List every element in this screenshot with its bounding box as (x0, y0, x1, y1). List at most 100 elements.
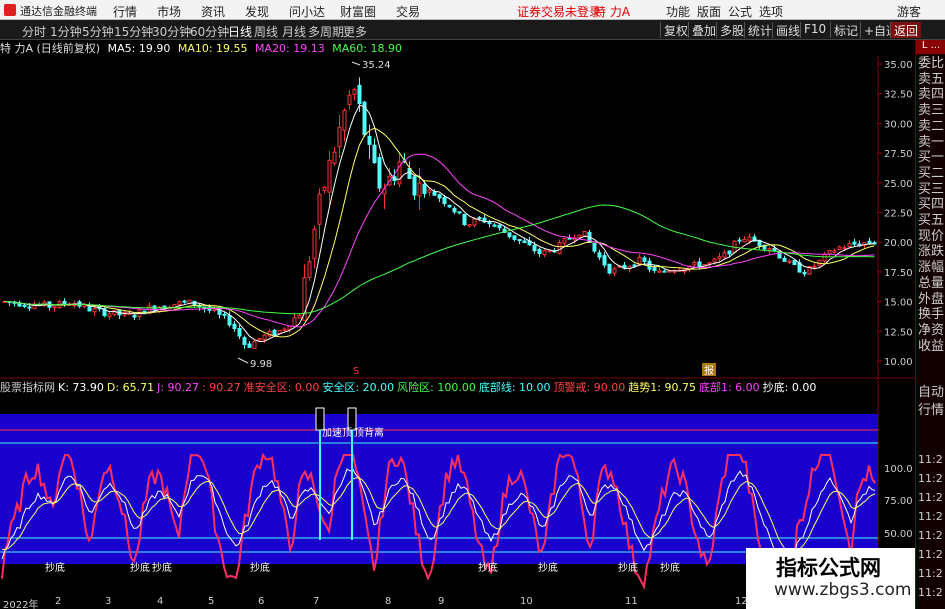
indicator-legend-item: J: 90.27 (157, 381, 200, 394)
side-panel-item[interactable]: 收益 (918, 339, 945, 354)
side-panel-item[interactable]: 净资 (918, 323, 945, 338)
candle-body (337, 126, 342, 148)
side-panel-item[interactable]: 涨幅 (918, 260, 945, 275)
tool-f10[interactable]: F10 (800, 22, 829, 38)
side-panel-time: 11:2 (918, 453, 943, 466)
candle-body (472, 218, 477, 226)
side-panel-time: 11:2 (918, 548, 943, 561)
candle-body (497, 224, 502, 229)
candle-body (842, 247, 847, 250)
side-panel-item[interactable]: 买三 (918, 182, 945, 197)
candle-body (772, 248, 777, 252)
indicator-legend-item: 趋势1: 90.75 (628, 381, 696, 394)
period-tab-1min[interactable]: 1分钟 (50, 23, 82, 40)
price-tick-label: 12.50 (884, 327, 913, 338)
candle-body (562, 238, 567, 244)
side-panel-header[interactable]: L ... (916, 40, 945, 54)
side-panel-item[interactable]: 卖二 (918, 119, 945, 134)
period-tab-timeshare[interactable]: 分时 (22, 23, 46, 40)
period-tab-daily[interactable]: 日线 (228, 23, 252, 40)
side-panel-item[interactable]: 卖四 (918, 87, 945, 102)
indicator-legend-item: 安全区: 20.00 (322, 381, 395, 394)
menu-news[interactable]: 资讯 (201, 3, 225, 20)
tool-back[interactable]: 返回 (890, 22, 922, 38)
candle-body (747, 236, 752, 242)
period-tab-monthly[interactable]: 月线 (282, 23, 306, 40)
period-tab-multi[interactable]: 多周期 (308, 23, 344, 40)
candle-body (247, 343, 252, 348)
sell-marker: S (353, 366, 359, 377)
current-stock-name: 特 力A (594, 5, 631, 19)
date-tick-label: 5 (208, 596, 215, 607)
candle-body (177, 301, 182, 306)
menu-wenxiaoda[interactable]: 问小达 (289, 3, 325, 20)
menu-quotes[interactable]: 行情 (113, 3, 137, 20)
chaodi-label: 抄底 (538, 561, 558, 574)
candle-body (457, 211, 462, 214)
side-panel-item[interactable]: 外盘 (918, 292, 945, 307)
menu-market[interactable]: 市场 (157, 3, 181, 20)
tool-mark[interactable]: 标记 (830, 22, 861, 38)
tool-stats[interactable]: 统计 (744, 22, 775, 38)
tool-overlay[interactable]: 叠加 (688, 22, 719, 38)
side-panel-item[interactable]: 现价 (918, 229, 945, 244)
candle-body (107, 313, 112, 318)
candle-body (832, 250, 837, 253)
candle-body (727, 250, 732, 255)
guest-user[interactable]: 游客 (897, 3, 921, 20)
indicator-legend-item: 准安全区: 0.00 (243, 381, 320, 394)
period-tab-60min[interactable]: 60分钟 (190, 23, 229, 40)
date-tick-label: 9 (438, 596, 445, 607)
period-tab-more[interactable]: 更多 (343, 23, 367, 40)
indicator-legend-item: 风险区: 100.00 (397, 381, 476, 394)
side-panel-item[interactable]: 买一 (918, 150, 945, 165)
menu-options[interactable]: 选项 (759, 3, 783, 20)
candle-body (442, 197, 447, 205)
ma5-line (4, 104, 875, 343)
moving-average-lines (4, 104, 875, 343)
menu-wealth[interactable]: 财富圈 (340, 3, 376, 20)
candle-body (632, 264, 637, 267)
side-panel-item[interactable]: 卖一 (918, 135, 945, 150)
kline-chart[interactable]: 35.00 32.50 30.00 27.50 25.00 22.50 20.00 17.50… (0, 40, 915, 596)
side-panel-item[interactable]: 总量 (918, 276, 945, 291)
menu-formula[interactable]: 公式 (728, 3, 752, 20)
side-panel-item[interactable]: 买五 (918, 213, 945, 228)
period-tab-weekly[interactable]: 周线 (254, 23, 278, 40)
date-tick-label: 2022年 (3, 600, 39, 609)
candle-body (447, 204, 452, 208)
login-notice[interactable]: 证券交易未登录 (517, 3, 601, 20)
tool-multi-stock[interactable]: 多股 (716, 22, 747, 38)
side-panel-item[interactable]: 委比 (918, 56, 945, 71)
candle-body (312, 228, 317, 260)
menu-function[interactable]: 功能 (666, 3, 690, 20)
period-tab-5min[interactable]: 5分钟 (82, 23, 114, 40)
side-panel-item[interactable]: 涨跌 (918, 244, 945, 259)
side-panel-item[interactable]: 卖五 (918, 72, 945, 87)
candle-body (507, 232, 512, 238)
candle-body (477, 217, 482, 220)
candle-body (612, 268, 617, 274)
menu-layout[interactable]: 版面 (697, 3, 721, 20)
candle-body (462, 213, 467, 226)
side-panel-item[interactable]: 行情 (918, 403, 945, 418)
side-panel-item[interactable]: 买四 (918, 197, 945, 212)
menu-discover[interactable]: 发现 (245, 3, 269, 20)
side-panel-item[interactable]: 卖三 (918, 103, 945, 118)
candle-body (127, 313, 132, 316)
chaodi-label: 抄底 (618, 561, 638, 574)
indicator-legend-item: 抄底: 0.00 (762, 381, 817, 394)
candle-body (417, 182, 422, 197)
tool-draw[interactable]: 画线 (772, 22, 803, 38)
report-marker: 报 (704, 364, 714, 377)
candle-body (272, 329, 277, 336)
tool-adjust[interactable]: 复权 (660, 22, 691, 38)
candle-body (287, 325, 292, 331)
period-tab-15min[interactable]: 15分钟 (114, 23, 153, 40)
side-panel-item[interactable]: 自动 (918, 385, 945, 400)
side-panel-item[interactable]: 换手 (918, 307, 945, 322)
period-tab-30min[interactable]: 30分钟 (152, 23, 191, 40)
high-price-label: 35.24 (362, 60, 391, 71)
side-panel-item[interactable]: 买二 (918, 166, 945, 181)
menu-trade[interactable]: 交易 (396, 3, 420, 20)
